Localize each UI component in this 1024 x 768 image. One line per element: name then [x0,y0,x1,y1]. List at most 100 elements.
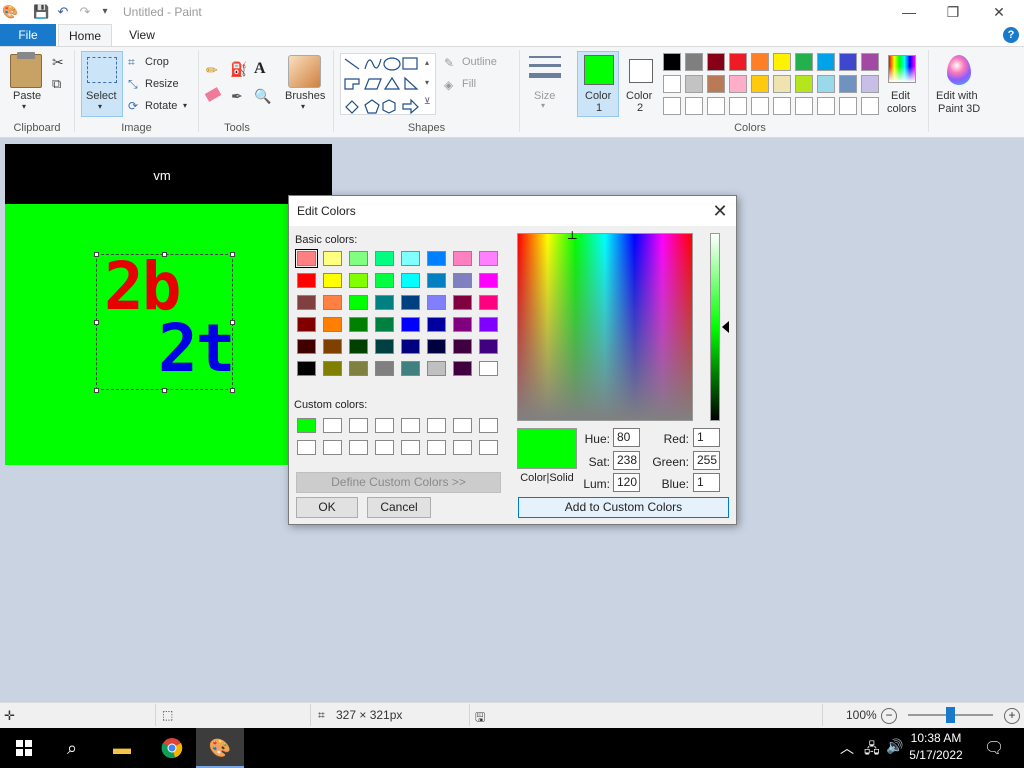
basic-color-swatch[interactable] [295,249,318,268]
palette-swatch[interactable] [663,53,681,71]
basic-color-swatch[interactable] [401,339,420,354]
selection-handle[interactable] [94,252,99,257]
clock-date[interactable]: 5/17/2022 [906,748,966,762]
basic-color-swatch[interactable] [297,361,316,376]
palette-swatch[interactable] [795,97,813,115]
selection-rectangle[interactable] [96,254,233,390]
palette-swatch[interactable] [839,97,857,115]
color-picker-icon[interactable]: ✒ [231,88,243,105]
brushes-dropdown-icon[interactable]: ▾ [301,102,305,111]
selection-handle[interactable] [230,252,235,257]
basic-color-swatch[interactable] [479,251,498,266]
palette-swatch[interactable] [773,97,791,115]
paint-taskbar-icon[interactable]: 🎨 [196,728,244,768]
rotate-dropdown-icon[interactable]: ▾ [183,101,187,110]
file-explorer-icon[interactable]: ▬ [98,728,146,768]
custom-color-swatch[interactable] [349,440,368,455]
cancel-button[interactable]: Cancel [367,497,431,518]
minimize-button[interactable]: — [886,0,932,24]
sat-field[interactable]: 238 [613,451,640,470]
show-hidden-icons[interactable]: ︿ [840,738,854,758]
basic-color-swatch[interactable] [401,361,420,376]
selection-handle[interactable] [162,252,167,257]
custom-color-swatch[interactable] [427,418,446,433]
palette-swatch[interactable] [707,75,725,93]
basic-color-swatch[interactable] [323,251,342,266]
shapes-gallery[interactable] [340,53,436,115]
palette-swatch[interactable] [795,53,813,71]
palette-swatch[interactable] [663,75,681,93]
palette-swatch[interactable] [685,75,703,93]
basic-color-swatch[interactable] [479,295,498,310]
hue-field[interactable]: 80 [613,428,640,447]
basic-color-swatch[interactable] [375,295,394,310]
palette-swatch[interactable] [729,97,747,115]
paint3d-line1[interactable]: Edit with [936,90,978,102]
basic-color-swatch[interactable] [479,317,498,332]
search-icon[interactable]: ⌕ [48,728,96,768]
basic-color-swatch[interactable] [401,295,420,310]
palette-swatch[interactable] [861,53,879,71]
palette-swatch[interactable] [751,75,769,93]
paint3d-icon[interactable] [947,55,971,85]
shapes-expand-icon[interactable]: ⊻ [424,96,431,107]
zoom-slider-thumb[interactable] [946,707,955,723]
paste-icon[interactable] [10,54,42,88]
basic-color-swatch[interactable] [453,317,472,332]
palette-swatch[interactable] [861,75,879,93]
basic-color-swatch[interactable] [375,317,394,332]
undo-icon[interactable]: ↶ [55,4,71,20]
fill-bucket-icon[interactable]: ⛽ [230,61,247,78]
custom-color-swatch[interactable] [401,418,420,433]
basic-color-swatch[interactable] [297,339,316,354]
network-icon[interactable]: 🖧 [864,738,880,762]
red-field[interactable]: 1 [693,428,720,447]
paste-button-label[interactable]: Paste [13,90,41,102]
basic-color-swatch[interactable] [427,361,446,376]
palette-swatch[interactable] [751,97,769,115]
custom-color-swatch[interactable] [297,418,316,433]
copy-icon[interactable]: ⧉ [52,76,61,92]
shapes-scroll-down-icon[interactable]: ▾ [425,78,429,87]
dialog-title-bar[interactable] [289,196,736,226]
pencil-icon[interactable]: ✏ [206,62,218,79]
paint-app-icon[interactable]: 🎨 [2,4,18,20]
fill-button[interactable]: Fill [462,78,476,90]
redo-icon[interactable]: ↷ [77,4,93,20]
maximize-button[interactable]: ❐ [930,0,976,24]
palette-swatch[interactable] [817,53,835,71]
ok-button[interactable]: OK [296,497,358,518]
volume-icon[interactable]: 🔊 [886,738,903,755]
palette-swatch[interactable] [663,97,681,115]
zoom-in-icon[interactable]: + [1004,708,1020,724]
basic-color-swatch[interactable] [375,251,394,266]
basic-color-swatch[interactable] [453,273,472,288]
palette-swatch[interactable] [817,97,835,115]
palette-swatch[interactable] [729,75,747,93]
cut-icon[interactable]: ✂ [52,54,64,71]
palette-swatch[interactable] [707,53,725,71]
clock-time[interactable]: 10:38 AM [906,731,966,745]
shapes-scroll-up-icon[interactable]: ▴ [425,58,429,67]
basic-color-swatch[interactable] [297,295,316,310]
text-tool-icon[interactable]: A [254,60,266,78]
chrome-icon[interactable] [148,728,196,768]
custom-color-swatch[interactable] [479,440,498,455]
close-button[interactable]: ✕ [976,0,1022,24]
basic-color-swatch[interactable] [349,317,368,332]
spectrum-crosshair-icon[interactable]: ┴ [568,232,577,244]
palette-swatch[interactable] [795,75,813,93]
green-field[interactable]: 255 [693,451,720,470]
notifications-icon[interactable]: 🗨 [984,738,1004,758]
palette-swatch[interactable] [729,53,747,71]
resize-button[interactable]: Resize [145,78,179,90]
custom-color-swatch[interactable] [479,418,498,433]
brushes-button[interactable]: Brushes [285,90,325,102]
help-icon[interactable]: ? [1003,27,1019,43]
custom-color-swatch[interactable] [297,440,316,455]
basic-color-swatch[interactable] [427,251,446,266]
basic-color-swatch[interactable] [375,273,394,288]
edit-colors-line1[interactable]: Edit [891,90,910,102]
basic-color-swatch[interactable] [453,339,472,354]
basic-color-swatch[interactable] [453,295,472,310]
